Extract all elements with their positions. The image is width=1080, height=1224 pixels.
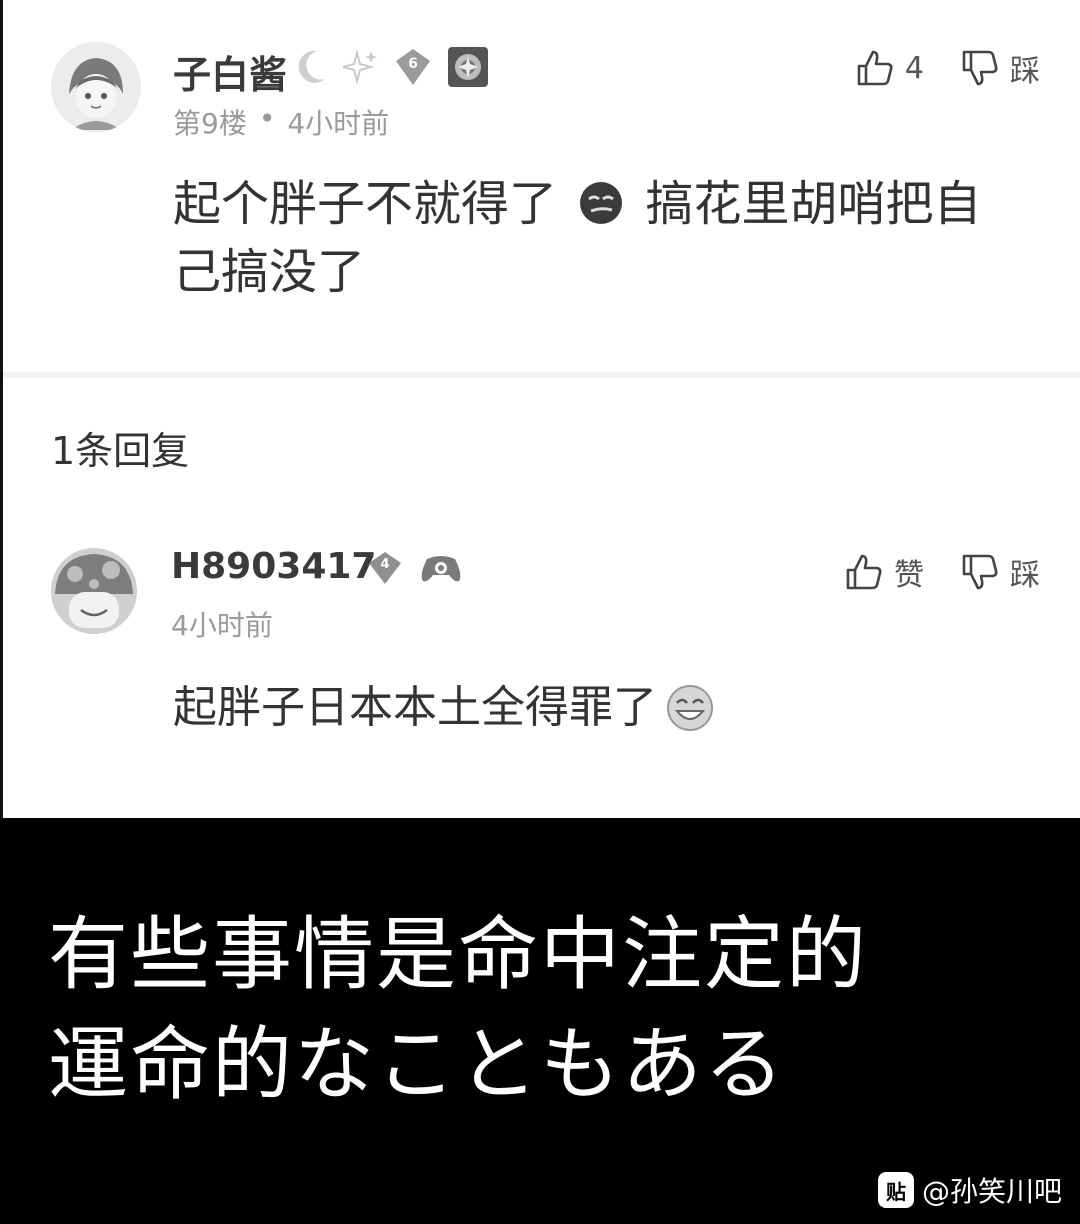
username[interactable]: 子白酱 (173, 44, 287, 99)
comment-area: 子白酱 6 第9楼 • 4小时前 4 踩 起个胖子不就得了 搞花里胡哨把自己搞没… (0, 0, 1080, 818)
thumbs-up-icon (857, 50, 893, 86)
vote-bar: 赞 踩 (844, 550, 1040, 594)
section-divider (3, 372, 1080, 378)
caption-japanese: 運命的なこともある (48, 1018, 786, 1111)
dislike-label: 踩 (1010, 54, 1040, 89)
time-label: 4小时前 (287, 107, 390, 140)
dislike-button[interactable]: 踩 (960, 46, 1040, 90)
tieba-logo-icon: 贴 (877, 1172, 914, 1208)
dislike-label: 踩 (1010, 558, 1040, 593)
level-badge: 6 (393, 47, 433, 87)
comment-content: 起个胖子不就得了 搞花里胡哨把自己搞没了 (173, 170, 1013, 306)
mushroom-avatar-icon (51, 548, 137, 634)
badge-group: 4 (365, 548, 463, 588)
anime-avatar-icon (51, 42, 141, 132)
smirk-emoji-icon (580, 182, 623, 224)
vote-bar: 4 踩 (855, 46, 1040, 90)
reply-count-label: 1条回复 (51, 429, 190, 473)
crescent-moon-icon (298, 50, 325, 83)
separator-dot: • (258, 102, 276, 135)
avatar[interactable] (51, 42, 141, 132)
comment-meta: 第9楼 • 4小时前 (173, 102, 389, 142)
laughing-emoji-icon (667, 685, 713, 731)
level-badge: 4 (365, 548, 405, 588)
floor-label: 第9楼 (173, 107, 247, 140)
like-label: 赞 (894, 558, 924, 593)
sparkle-icon (343, 49, 377, 85)
thumbs-down-icon (962, 554, 998, 590)
thumbs-up-icon (846, 554, 882, 590)
thumbs-down-icon (962, 50, 998, 86)
comment-text-part1: 起个胖子不就得了 (173, 176, 558, 232)
like-count: 4 (904, 50, 924, 86)
gamepad-icon (421, 556, 461, 582)
caption-chinese: 有些事情是命中注定的 (48, 908, 868, 1001)
watermark-text: @孙笑川吧 (921, 1175, 1062, 1208)
dislike-button[interactable]: 踩 (960, 550, 1040, 594)
reply-text: 起胖子日本本土全得罪了 (173, 682, 657, 733)
username[interactable]: H8903417 (171, 546, 376, 587)
badge-group: 6 (295, 44, 489, 90)
level-number: 4 (380, 557, 390, 572)
watermark: 贴 @孙笑川吧 (877, 1170, 1062, 1210)
avatar[interactable] (51, 548, 137, 634)
time-label: 4小时前 (171, 609, 273, 642)
reply-content: 起胖子日本本土全得罪了 (173, 676, 1033, 740)
like-button[interactable]: 赞 (844, 550, 924, 594)
medal-icon (448, 47, 488, 87)
level-number: 6 (408, 56, 418, 72)
like-button[interactable]: 4 (855, 48, 924, 88)
